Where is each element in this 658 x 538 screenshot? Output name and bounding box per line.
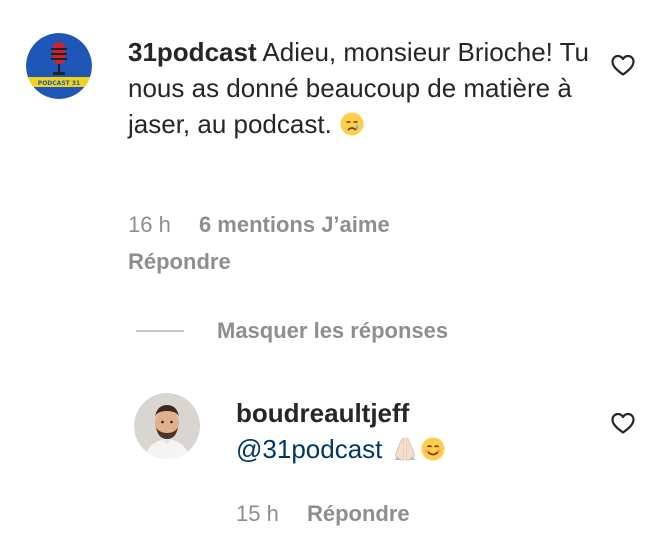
smiling-face-emoji: [420, 435, 446, 471]
comment-likes-count[interactable]: 6 mentions J’aime: [199, 212, 390, 237]
avatar-logo-text: PODCAST 31: [38, 80, 80, 87]
comment-username[interactable]: 31podcast: [128, 37, 257, 67]
reply-timestamp: 15 h: [236, 501, 279, 526]
reply-body: boudreaultjeff @31podcast: [236, 395, 616, 471]
reply-meta: 15 h Répondre: [236, 501, 410, 527]
folded-hands-emoji: [390, 435, 420, 471]
avatar-31podcast[interactable]: PODCAST 31: [26, 33, 92, 99]
comment-meta: 16 h 6 mentions J’aime: [128, 212, 390, 238]
reply-button[interactable]: Répondre: [128, 249, 231, 274]
reply-button[interactable]: Répondre: [307, 501, 410, 526]
hide-replies-button[interactable]: Masquer les réponses: [136, 316, 448, 346]
avatar-boudreaultjeff[interactable]: [134, 393, 200, 459]
reply-username[interactable]: boudreaultjeff: [236, 395, 616, 431]
reply-content: @31podcast: [236, 431, 616, 471]
crying-face-emoji: [339, 110, 365, 146]
hide-replies-label: Masquer les réponses: [217, 318, 449, 343]
reply-mention-link[interactable]: @31podcast: [236, 434, 382, 464]
like-heart-icon[interactable]: [610, 52, 636, 78]
divider-line: [136, 330, 184, 332]
comment-reply-row: Répondre: [128, 249, 231, 275]
like-heart-icon[interactable]: [610, 410, 636, 436]
comment-timestamp: 16 h: [128, 212, 171, 237]
comment-body: 31podcast Adieu, monsieur Brioche! Tu no…: [128, 34, 608, 146]
